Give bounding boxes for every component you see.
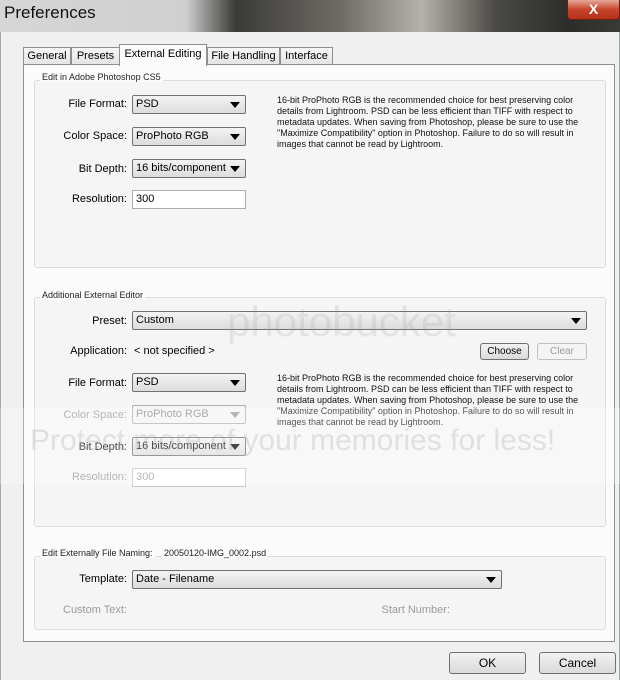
- ext-file-format-select[interactable]: PSD: [132, 373, 246, 392]
- ps-file-format-label: File Format:: [68, 98, 127, 110]
- window-title: Preferences: [4, 3, 96, 22]
- ps-file-format-value: PSD: [136, 98, 159, 110]
- ps-description: 16-bit ProPhoto RGB is the recommended c…: [277, 95, 579, 149]
- template-label: Template:: [79, 573, 127, 585]
- ext-file-format-label: File Format:: [68, 377, 127, 389]
- ext-bit-depth-value: 16 bits/component: [136, 440, 226, 452]
- ps-resolution-label: Resolution:: [71, 193, 127, 205]
- file-naming-example: 20050120-IMG_0002.psd: [162, 548, 269, 558]
- custom-text-label: Custom Text:: [63, 604, 127, 616]
- ext-file-format-value: PSD: [136, 376, 159, 388]
- photoshop-group-title: Edit in Adobe Photoshop CS5: [40, 72, 163, 82]
- ext-color-space-label: Color Space:: [63, 409, 127, 421]
- chevron-down-icon: [230, 444, 240, 450]
- preset-value: Custom: [136, 314, 174, 326]
- chevron-down-icon: [230, 412, 240, 418]
- file-naming-group-title: Edit Externally File Naming:: [40, 548, 155, 558]
- chevron-down-icon: [486, 577, 496, 583]
- application-label: Application:: [70, 345, 127, 357]
- template-value: Date - Filename: [136, 573, 215, 585]
- chevron-down-icon: [230, 134, 240, 140]
- ps-color-space-label: Color Space:: [63, 130, 127, 142]
- ext-description: 16-bit ProPhoto RGB is the recommended c…: [277, 373, 579, 427]
- tab-external-editing[interactable]: External Editing: [119, 44, 207, 66]
- chevron-down-icon: [230, 102, 240, 108]
- ext-bit-depth-select[interactable]: 16 bits/component: [132, 437, 246, 456]
- template-select[interactable]: Date - Filename: [132, 570, 502, 589]
- ps-bit-depth-value: 16 bits/component: [136, 162, 226, 174]
- ext-color-space-value: ProPhoto RGB: [136, 408, 209, 420]
- ext-color-space-select[interactable]: ProPhoto RGB: [132, 405, 246, 424]
- application-value: < not specified >: [134, 345, 215, 357]
- chevron-down-icon: [230, 166, 240, 172]
- ext-resolution-input[interactable]: 300: [132, 468, 246, 487]
- preset-label: Preset:: [92, 315, 127, 327]
- ext-resolution-label: Resolution:: [71, 471, 127, 483]
- ok-button[interactable]: OK: [449, 652, 526, 674]
- ps-color-space-select[interactable]: ProPhoto RGB: [132, 127, 246, 146]
- chevron-down-icon: [230, 380, 240, 386]
- ps-color-space-value: ProPhoto RGB: [136, 130, 209, 142]
- ps-resolution-input[interactable]: 300: [132, 190, 246, 209]
- clear-button[interactable]: Clear: [537, 343, 587, 360]
- close-button[interactable]: X: [567, 0, 620, 20]
- ps-bit-depth-label: Bit Depth:: [78, 163, 127, 175]
- chevron-down-icon: [571, 318, 581, 324]
- start-number-label: Start Number:: [381, 604, 450, 616]
- title-bar: Preferences X: [0, 0, 620, 32]
- additional-editor-group-title: Additional External Editor: [40, 290, 146, 300]
- ext-bit-depth-label: Bit Depth:: [78, 441, 127, 453]
- ps-bit-depth-select[interactable]: 16 bits/component: [132, 159, 246, 178]
- ps-file-format-select[interactable]: PSD: [132, 95, 246, 114]
- preset-select[interactable]: Custom: [132, 311, 587, 330]
- cancel-button[interactable]: Cancel: [539, 652, 616, 674]
- file-naming-group: [34, 556, 606, 630]
- choose-button[interactable]: Choose: [480, 343, 529, 360]
